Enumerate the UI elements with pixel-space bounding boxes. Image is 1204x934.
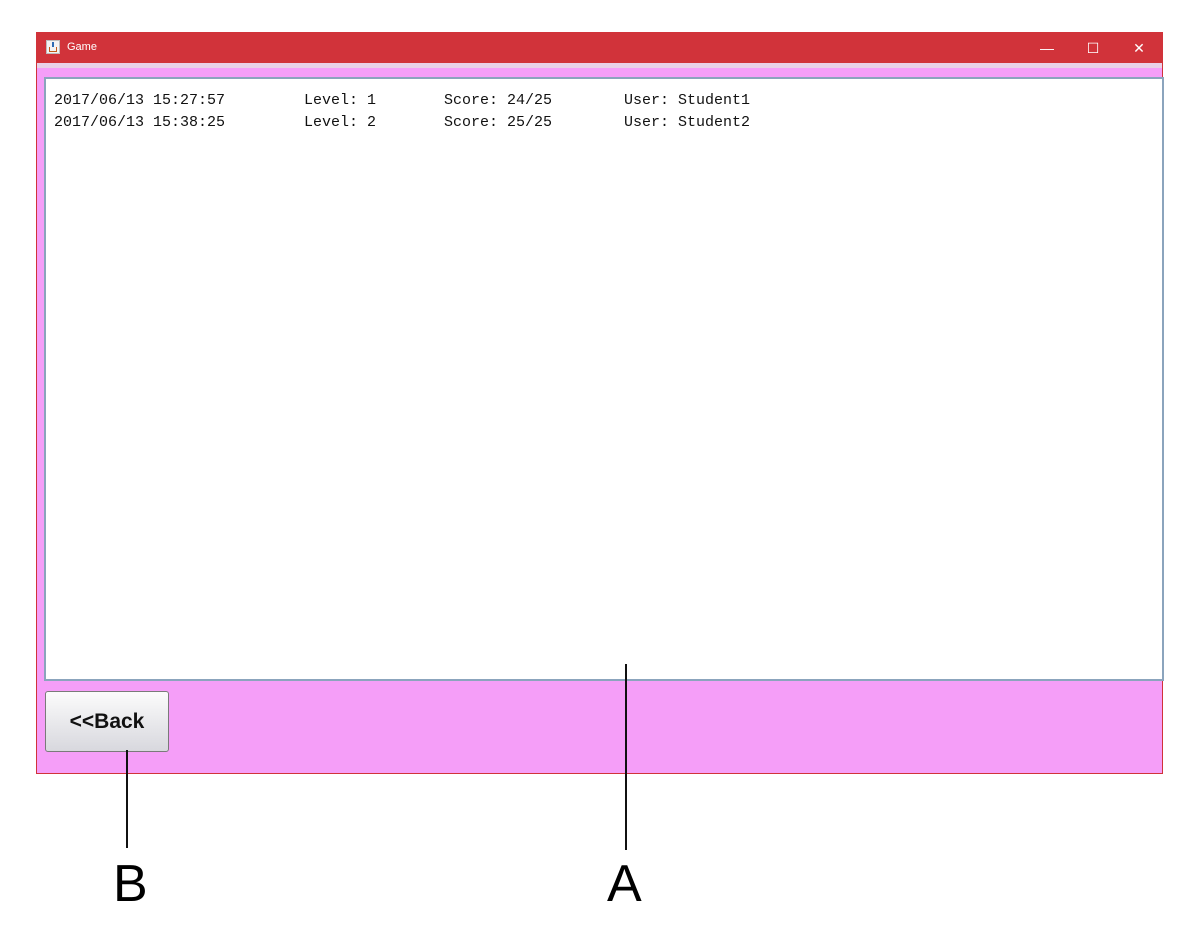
log-score: Score: 24/25 (444, 91, 553, 109)
log-user: User: Student2 (624, 113, 751, 131)
maximize-button[interactable]: ☐ (1070, 33, 1116, 63)
log-score: Score: 25/25 (444, 113, 553, 131)
callout-label-a: A (607, 855, 642, 913)
log-date: 2017/06/13 15:38:25 (54, 113, 226, 131)
window-title: Game (67, 41, 97, 53)
callout-line-b (126, 750, 128, 848)
close-button[interactable]: ✕ (1116, 33, 1162, 63)
menu-strip (37, 63, 1162, 68)
log-level: Level: 2 (304, 113, 377, 131)
log-level: Level: 1 (304, 91, 377, 109)
log-row: 2017/06/13 15:38:25 Level: 2 Score: 25/2… (54, 111, 1154, 133)
log-date: 2017/06/13 15:27:57 (54, 91, 226, 109)
minimize-button[interactable]: — (1024, 33, 1070, 63)
log-row: 2017/06/13 15:27:57 Level: 1 Score: 24/2… (54, 89, 1154, 111)
java-app-icon (46, 40, 60, 54)
back-button[interactable]: <<Back (45, 691, 169, 752)
title-bar[interactable]: Game — ☐ ✕ (37, 33, 1162, 63)
log-user: User: Student1 (624, 91, 751, 109)
game-window: Game — ☐ ✕ 2017/06/13 15:27:57 Level: 1 … (36, 32, 1164, 774)
callout-label-b: B (113, 855, 148, 913)
score-log-textarea[interactable]: 2017/06/13 15:27:57 Level: 1 Score: 24/2… (44, 77, 1164, 681)
callout-line-a (625, 664, 627, 850)
